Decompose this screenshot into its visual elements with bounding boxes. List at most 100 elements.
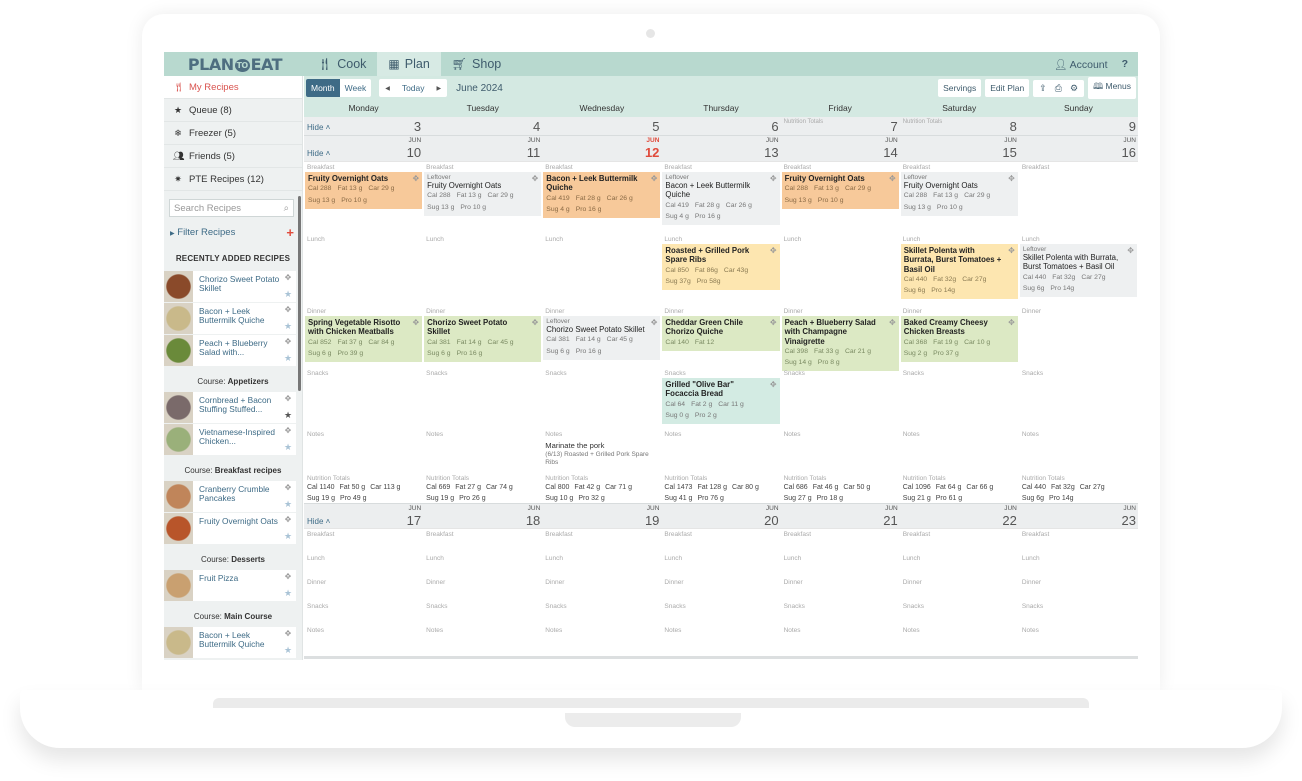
meal-card[interactable]: Leftover Skillet Polenta with Burrata, Bu… bbox=[1019, 244, 1137, 298]
sidebar-item-my-recipes[interactable]: 🍴︎ My Recipes bbox=[164, 76, 302, 99]
meal-slot-lunch[interactable]: Lunch bbox=[423, 234, 542, 306]
nav-tab-plan[interactable]: ▦ Plan bbox=[377, 52, 441, 76]
star-icon[interactable]: ★ bbox=[284, 531, 292, 542]
filter-recipes-toggle[interactable]: ▶ Filter Recipes bbox=[170, 227, 235, 238]
nav-tab-cook[interactable]: 🍴︎ Cook bbox=[306, 52, 377, 76]
drag-handle-icon[interactable]: ✥ bbox=[285, 394, 292, 403]
notes-slot[interactable]: Notes bbox=[304, 429, 423, 473]
notes-slot[interactable]: Notes Marinate the pork (6/13) Roasted + G… bbox=[542, 429, 661, 473]
drag-handle-icon[interactable]: ✥ bbox=[770, 380, 777, 389]
meal-slot-lunch[interactable]: Lunch Roasted + Grilled Pork Spare Ribs ✥ C… bbox=[661, 234, 780, 306]
meal-slot-dinner[interactable]: Dinner bbox=[1019, 306, 1138, 368]
meal-slot-lunch[interactable]: Lunch bbox=[1019, 553, 1138, 577]
sidebar-recipe[interactable]: Cornbread + Bacon Stuffing Stuffed... ✥ ★ bbox=[164, 392, 296, 423]
star-icon[interactable]: ★ bbox=[284, 353, 292, 364]
meal-slot-dinner[interactable]: Dinner bbox=[661, 577, 780, 601]
drag-handle-icon[interactable]: ✥ bbox=[285, 483, 292, 492]
drag-handle-icon[interactable]: ✥ bbox=[285, 337, 292, 346]
recipe-name[interactable]: Vietnamese-Inspired Chicken... bbox=[193, 424, 280, 455]
meal-slot-breakfast[interactable]: Breakfast Fruity Overnight Oats ✥ Cal 288 Fa… bbox=[781, 162, 900, 234]
recipe-name[interactable]: Fruit Pizza bbox=[193, 570, 280, 601]
meal-slot-breakfast[interactable]: Breakfast Leftover Bacon + Leek Buttermilk… bbox=[661, 162, 780, 234]
notes-slot[interactable]: Notes bbox=[661, 429, 780, 473]
gear-icon[interactable]: ⚙︎ bbox=[1070, 83, 1078, 94]
meal-slot-notes[interactable]: Notes bbox=[661, 625, 780, 649]
meal-slot-dinner[interactable]: Dinner bbox=[781, 577, 900, 601]
meal-title[interactable]: Bacon + Leek Buttermilk Quiche bbox=[665, 181, 776, 200]
drag-handle-icon[interactable]: ✥ bbox=[1127, 246, 1134, 255]
star-icon[interactable]: ★ bbox=[284, 289, 292, 300]
meal-slot-breakfast[interactable]: Breakfast Bacon + Leek Buttermilk Quiche ✥… bbox=[542, 162, 661, 234]
sidebar-item-queue[interactable]: ★ Queue (8) bbox=[164, 99, 302, 122]
meal-slot-dinner[interactable]: Dinner Cheddar Green Chile Chorizo Quiche… bbox=[661, 306, 780, 368]
meal-slot-lunch[interactable]: Lunch bbox=[781, 234, 900, 306]
meal-slot-lunch[interactable]: Lunch Skillet Polenta with Burrata, Burst… bbox=[900, 234, 1019, 306]
sidebar-recipe[interactable]: Fruit Pizza ✥ ★ bbox=[164, 570, 296, 601]
meal-slot-breakfast[interactable]: Breakfast Fruity Overnight Oats ✥ Cal 288 Fa… bbox=[304, 162, 423, 234]
meal-slot-dinner[interactable]: Dinner bbox=[1019, 577, 1138, 601]
meal-slot-breakfast[interactable]: Breakfast Leftover Fruity Overnight Oats ✥ C… bbox=[423, 162, 542, 234]
drag-handle-icon[interactable]: ✥ bbox=[412, 318, 419, 327]
meal-slot-snacks[interactable]: Snacks bbox=[542, 601, 661, 625]
add-recipe-button[interactable]: + bbox=[286, 225, 294, 240]
meal-slot-breakfast[interactable]: Breakfast Leftover Fruity Overnight Oats ✥ C… bbox=[900, 162, 1019, 234]
meal-slot-breakfast[interactable]: Breakfast bbox=[1019, 162, 1138, 234]
sidebar-item-pte-recipes[interactable]: ✷ PTE Recipes (12) bbox=[164, 168, 302, 191]
meal-slot-lunch[interactable]: Lunch Leftover Skillet Polenta with Burrat… bbox=[1019, 234, 1138, 306]
meal-title[interactable]: Fruity Overnight Oats bbox=[904, 181, 1015, 190]
sidebar-item-freezer[interactable]: ❄︎ Freezer (5) bbox=[164, 122, 302, 145]
sidebar-recipe[interactable]: Chorizo Sweet Potato Skillet ✥ ★ bbox=[164, 271, 296, 302]
star-icon[interactable]: ★ bbox=[284, 588, 292, 599]
meal-slot-snacks[interactable]: Snacks bbox=[304, 368, 423, 429]
meal-slot-dinner[interactable]: Dinner Baked Creamy Cheesy Chicken Breast… bbox=[900, 306, 1019, 368]
meal-title[interactable]: Bacon + Leek Buttermilk Quiche bbox=[546, 174, 657, 193]
meal-card[interactable]: Roasted + Grilled Pork Spare Ribs ✥ Cal 85… bbox=[662, 244, 780, 291]
star-icon[interactable]: ★ bbox=[284, 442, 292, 453]
meal-slot-lunch[interactable]: Lunch bbox=[542, 234, 661, 306]
servings-button[interactable]: Servings bbox=[938, 79, 982, 97]
meal-title[interactable]: Peach + Blueberry Salad with Champagne V… bbox=[785, 318, 896, 346]
notes-slot[interactable]: Notes bbox=[900, 429, 1019, 473]
meal-title[interactable]: Chorizo Sweet Potato Skillet bbox=[427, 318, 538, 337]
meal-slot-snacks[interactable]: Snacks bbox=[900, 368, 1019, 429]
drag-handle-icon[interactable]: ✥ bbox=[412, 174, 419, 183]
recipe-name[interactable]: Fruity Overnight Oats bbox=[193, 513, 280, 544]
account-link[interactable]: 👤︎ Account bbox=[1054, 58, 1108, 71]
drag-handle-icon[interactable]: ✥ bbox=[770, 246, 777, 255]
drag-handle-icon[interactable]: ✥ bbox=[1008, 318, 1015, 327]
drag-handle-icon[interactable]: ✥ bbox=[889, 318, 896, 327]
meal-title[interactable]: Fruity Overnight Oats bbox=[308, 174, 419, 183]
meal-slot-notes[interactable]: Notes bbox=[304, 625, 423, 649]
drag-handle-icon[interactable]: ✥ bbox=[285, 515, 292, 524]
meal-slot-notes[interactable]: Notes bbox=[1019, 625, 1138, 649]
recipe-name[interactable]: Bacon + Leek Buttermilk Quiche bbox=[193, 303, 280, 334]
meal-slot-breakfast[interactable]: Breakfast bbox=[900, 529, 1019, 553]
meal-title[interactable]: Skillet Polenta with Burrata, Burst Toma… bbox=[1023, 253, 1134, 272]
drag-handle-icon[interactable]: ✥ bbox=[285, 629, 292, 638]
sidebar-recipe[interactable]: Fruity Overnight Oats ✥ ★ bbox=[164, 513, 296, 544]
sidebar-recipe[interactable]: Bacon + Leek Buttermilk Quiche ✥ ★ bbox=[164, 627, 296, 658]
next-arrow-icon[interactable]: ▶ bbox=[431, 81, 448, 96]
sidebar-scrollbar[interactable] bbox=[298, 196, 301, 391]
prev-arrow-icon[interactable]: ◀ bbox=[379, 81, 396, 96]
meal-slot-snacks[interactable]: Snacks bbox=[900, 601, 1019, 625]
meal-card[interactable]: Chorizo Sweet Potato Skillet ✥ Cal 381 Fat … bbox=[424, 316, 542, 363]
drag-handle-icon[interactable]: ✥ bbox=[285, 305, 292, 314]
meal-title[interactable]: Fruity Overnight Oats bbox=[785, 174, 896, 183]
notes-slot[interactable]: Notes bbox=[1019, 429, 1138, 473]
meal-slot-notes[interactable]: Notes bbox=[423, 625, 542, 649]
drag-handle-icon[interactable]: ✥ bbox=[532, 174, 539, 183]
meal-slot-lunch[interactable]: Lunch bbox=[542, 553, 661, 577]
meal-slot-dinner[interactable]: Dinner Leftover Chorizo Sweet Potato Skill… bbox=[542, 306, 661, 368]
meal-card[interactable]: Peach + Blueberry Salad with Champagne V… bbox=[781, 316, 899, 372]
meal-slot-breakfast[interactable]: Breakfast bbox=[781, 529, 900, 553]
meal-card[interactable]: Leftover Fruity Overnight Oats ✥ Cal 288 Fat… bbox=[900, 172, 1018, 216]
meal-slot-lunch[interactable]: Lunch bbox=[661, 553, 780, 577]
note-text[interactable]: Marinate the pork bbox=[542, 439, 661, 450]
print-icon[interactable]: ⎙ bbox=[1055, 83, 1062, 94]
meal-title[interactable]: Chorizo Sweet Potato Skillet bbox=[546, 325, 657, 334]
recipe-name[interactable]: Peach + Blueberry Salad with... bbox=[193, 335, 280, 366]
sidebar-item-friends[interactable]: 👥︎ Friends (5) bbox=[164, 145, 302, 168]
meal-slot-lunch[interactable]: Lunch bbox=[304, 553, 423, 577]
drag-handle-icon[interactable]: ✥ bbox=[770, 174, 777, 183]
